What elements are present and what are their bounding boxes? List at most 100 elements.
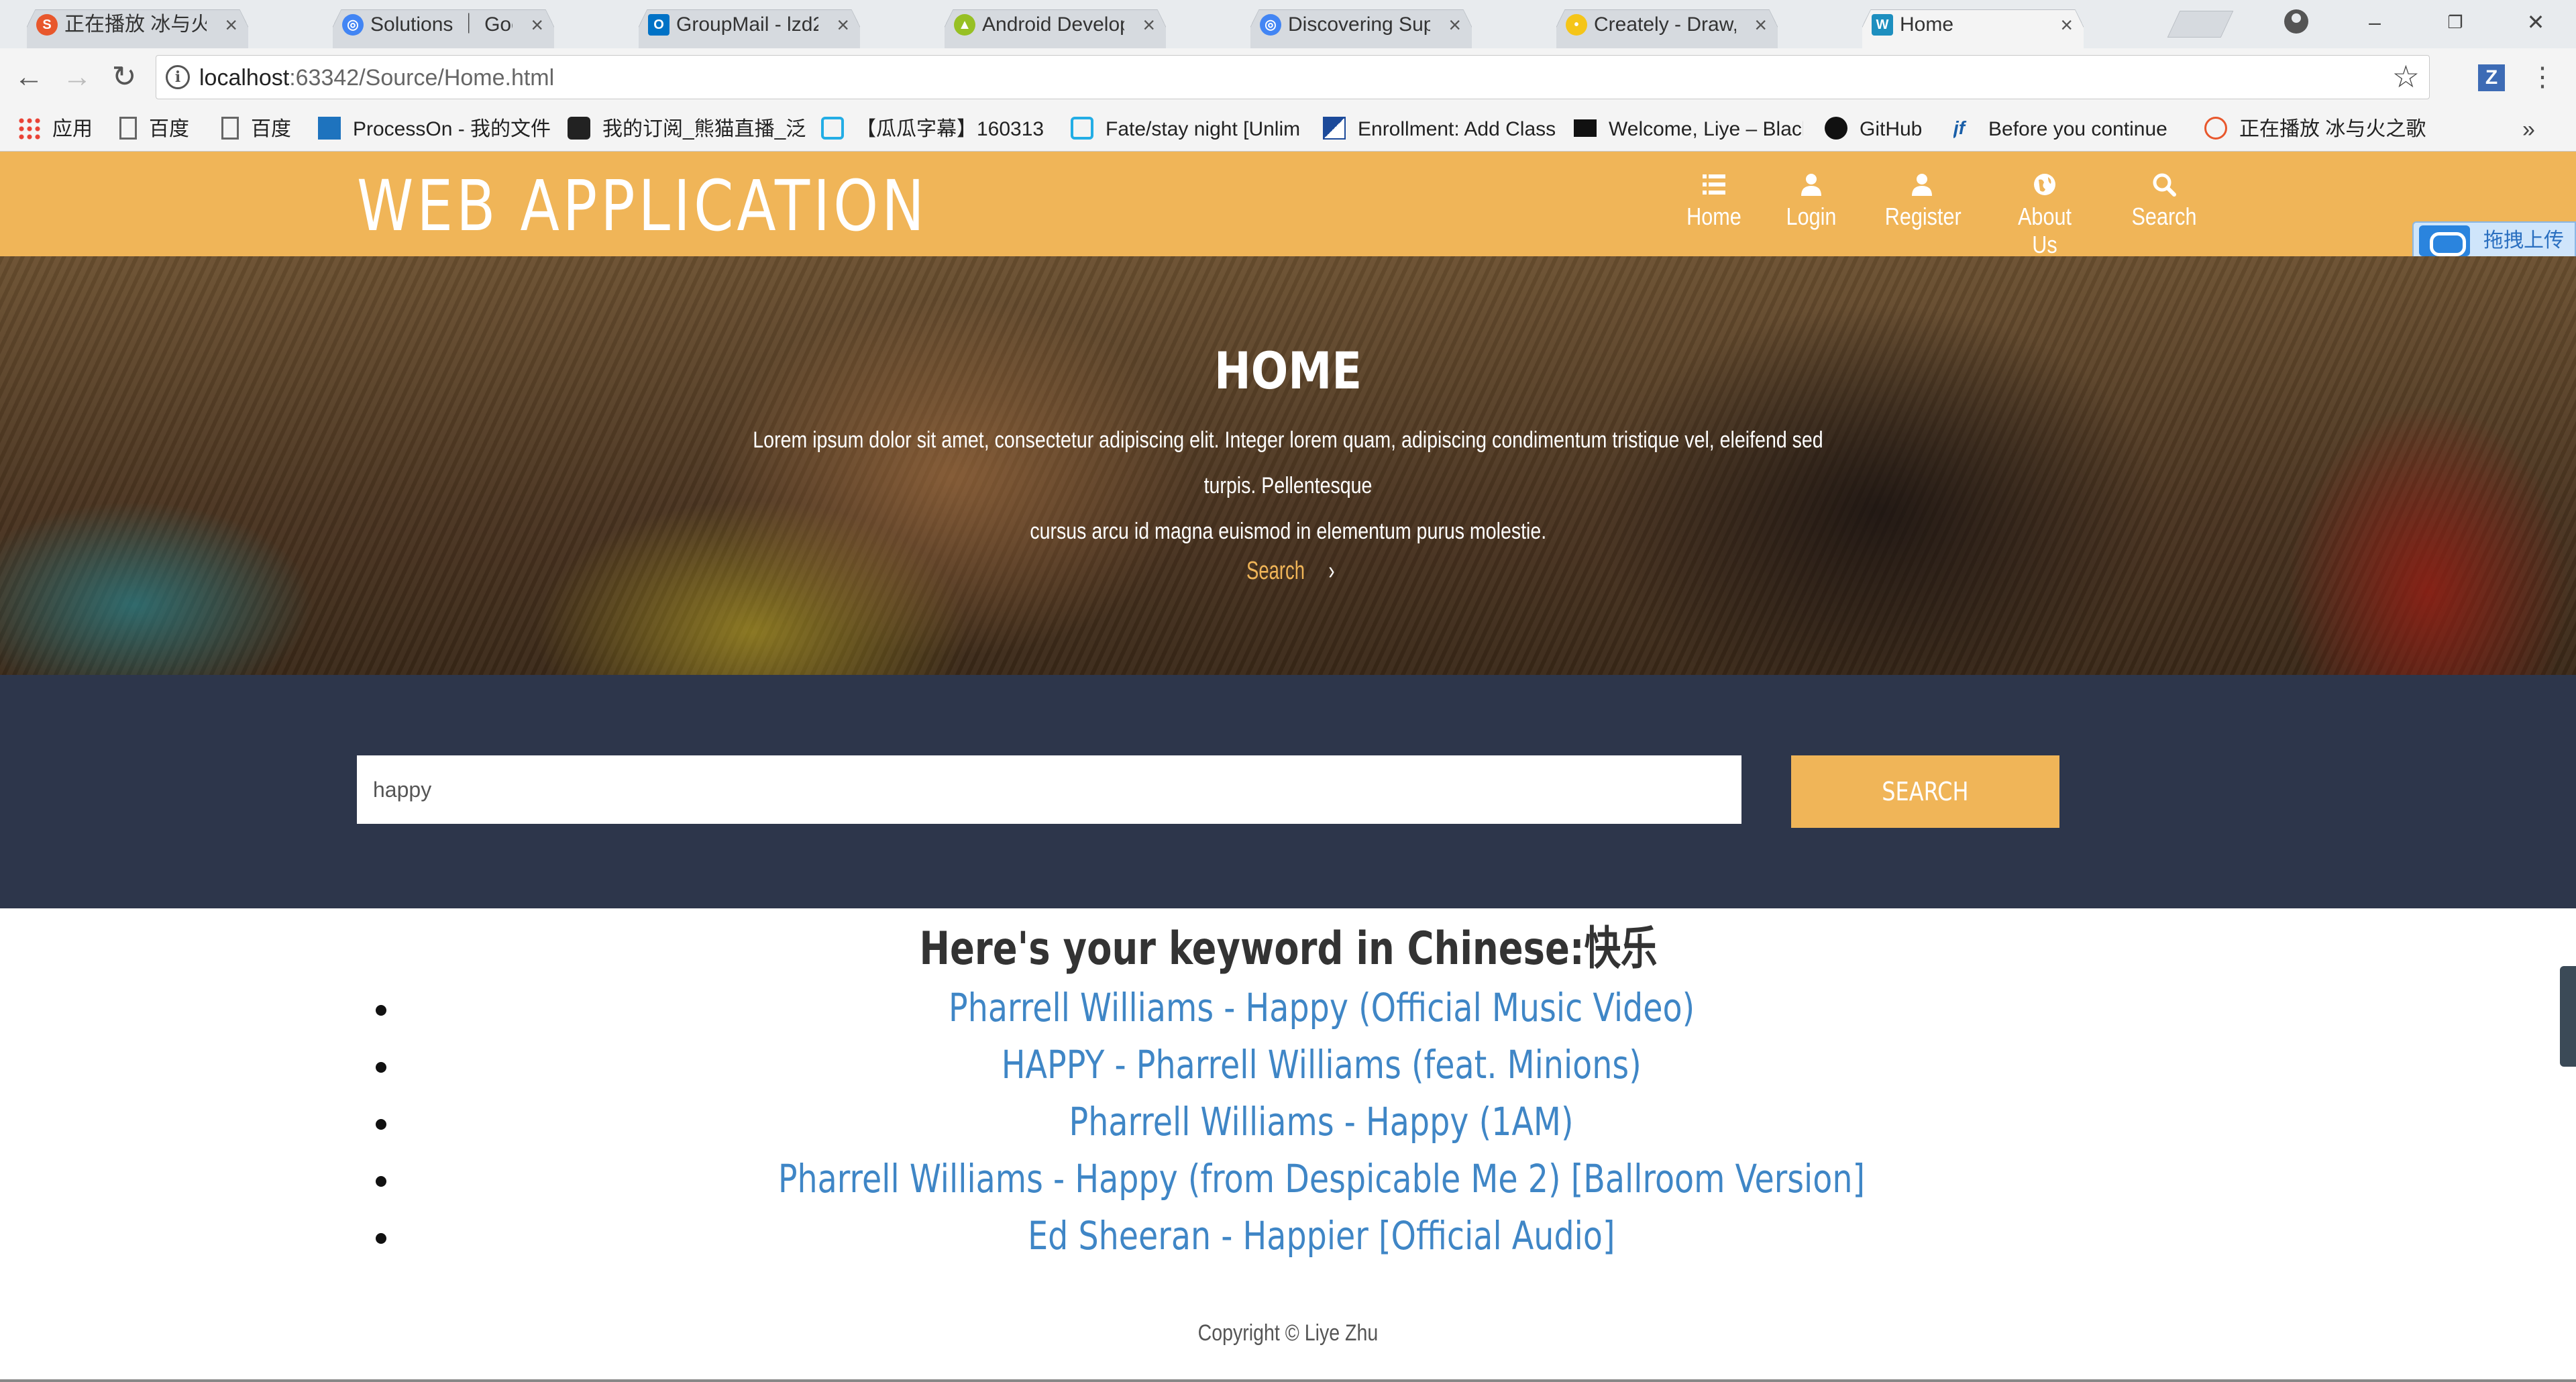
hero-search-link[interactable]: Search › — [0, 557, 2576, 586]
bookmark-label: 应用 — [52, 118, 93, 140]
search-section: SEARCH — [0, 675, 2576, 908]
enrollment-icon — [1323, 117, 1346, 140]
browser-tab[interactable]: • Creately - Draw, Share, × — [1556, 0, 1778, 48]
hero-description: Lorem ipsum dolor sit amet, consectetur … — [624, 417, 1952, 554]
close-icon[interactable]: × — [1448, 0, 1461, 48]
bookmark-label: 我的订阅_熊猫直播_泛 — [602, 118, 806, 140]
user-icon — [1801, 174, 1821, 196]
nav-login[interactable]: Login — [1778, 172, 1845, 231]
result-link[interactable]: Pharrell Williams - Happy (1AM) — [1069, 1094, 1574, 1151]
upload-widget[interactable]: 拖拽上传 — [2412, 221, 2576, 260]
page-icon — [221, 117, 239, 140]
bilibili-icon — [1071, 117, 1093, 140]
browser-tab[interactable]: ◎ Discovering Supported × — [1250, 0, 1472, 48]
minimize-icon[interactable]: – — [2341, 0, 2408, 48]
browser-tab[interactable]: O GroupMail - lzd27@ma × — [639, 0, 860, 48]
profile-icon[interactable] — [2284, 9, 2308, 34]
list-icon — [1703, 174, 1725, 195]
bookmark-item[interactable]: 【瓜瓜字幕】160313 — [821, 107, 1053, 152]
site-header: WEB APPLICATION Home Login Register Abou… — [0, 152, 2576, 259]
browser-tab[interactable]: ▲ Android Developers × — [945, 0, 1166, 48]
outlook-icon: O — [648, 14, 669, 36]
bookmark-label: Enrollment: Add Class — [1358, 118, 1555, 140]
result-link[interactable]: Pharrell Williams - Happy (from Despicab… — [778, 1151, 1865, 1208]
more-bookmarks-icon[interactable]: » — [2522, 107, 2535, 152]
bookmark-item[interactable]: 百度 — [221, 107, 315, 152]
bookmark-item[interactable]: 百度 — [119, 107, 213, 152]
search-input[interactable] — [357, 755, 1741, 824]
info-icon[interactable]: i — [166, 65, 190, 89]
tab-strip: S 正在播放 冰与火之歌2 × ◎ Solutions ｜ Google Clo… — [0, 0, 2576, 48]
url-text[interactable]: localhost:63342/Source/Home.html — [199, 56, 554, 100]
cloud-upload-icon — [2419, 225, 2470, 256]
bookmark-label: Before you continue — [1988, 118, 2167, 140]
s-circle-icon — [2204, 117, 2227, 140]
nav-search[interactable]: Search — [2124, 172, 2204, 231]
forward-arrow-icon[interactable]: → — [60, 60, 94, 94]
result-link[interactable]: Ed Sheeran - Happier [Official Audio] — [1028, 1208, 1615, 1265]
s-circle-icon: S — [36, 14, 58, 36]
close-icon[interactable]: × — [225, 0, 237, 48]
lightbulb-icon: • — [1566, 14, 1587, 36]
bookmark-star-icon[interactable]: ☆ — [2392, 58, 2420, 95]
bookmark-item[interactable]: Welcome, Liye – Black — [1574, 107, 1803, 152]
nav-label: About Us — [2018, 203, 2072, 258]
nav-about-us[interactable]: About Us — [1996, 172, 2093, 259]
bookmark-item[interactable]: Fate/stay night [Unlim — [1071, 107, 1305, 152]
panda-icon — [568, 117, 590, 140]
address-bar[interactable]: i localhost:63342/Source/Home.html ☆ — [156, 55, 2430, 99]
nav-register[interactable]: Register — [1878, 172, 1966, 231]
hero-text-line: cursus arcu id magna euismod in elementu… — [1030, 519, 1546, 544]
tab-title: Home — [1900, 13, 1954, 36]
google-cloud-icon: ◎ — [342, 14, 364, 36]
bilibili-icon — [821, 117, 844, 140]
bookmark-item[interactable]: 正在播放 冰与火之歌 — [2204, 107, 2432, 152]
back-arrow-icon[interactable]: ← — [12, 60, 46, 94]
bookmark-label: ProcessOn - 我的文件 — [353, 118, 551, 140]
page-icon — [119, 117, 137, 140]
browser-tab[interactable]: ◎ Solutions ｜ Google Clo × — [333, 0, 554, 48]
bookmark-item[interactable]: Enrollment: Add Class — [1323, 107, 1555, 152]
list-item: Pharrell Williams - Happy (1AM) — [362, 1094, 2281, 1151]
bookmark-item[interactable]: jf Before you continue — [1953, 107, 2182, 152]
extension-z-icon[interactable]: Z — [2478, 64, 2505, 91]
url-path: :63342/Source/Home.html — [289, 65, 555, 91]
globe-icon — [2034, 174, 2055, 195]
site-title[interactable]: WEB APPLICATION — [357, 165, 928, 247]
window-close-icon[interactable]: ✕ — [2502, 0, 2569, 48]
result-link[interactable]: Pharrell Williams - Happy (Official Musi… — [949, 979, 1695, 1036]
url-host: localhost — [199, 65, 290, 91]
results-heading: Here's your keyword in Chinese:快乐 — [0, 911, 2576, 977]
restore-icon[interactable]: ❐ — [2422, 0, 2489, 48]
hero-title: HOME — [1214, 341, 1362, 401]
bullet-icon — [376, 1233, 386, 1244]
close-icon[interactable]: × — [531, 0, 543, 48]
close-icon[interactable]: × — [1754, 0, 1767, 48]
new-tab-button[interactable] — [2167, 11, 2234, 38]
close-icon[interactable]: × — [2060, 0, 2073, 48]
menu-icon[interactable]: ⋮ — [2529, 60, 2556, 94]
list-item: Ed Sheeran - Happier [Official Audio] — [362, 1208, 2281, 1265]
page-footer: Copyright © Liye Zhu — [0, 1320, 2576, 1346]
bookmark-item[interactable]: ProcessOn - 我的文件 — [318, 107, 559, 152]
bullet-icon — [376, 1062, 386, 1073]
bookmark-item[interactable]: 我的订阅_熊猫直播_泛 — [568, 107, 809, 152]
bookmark-label: GitHub — [1860, 118, 1923, 140]
side-panel-handle[interactable] — [2560, 966, 2576, 1067]
bookmark-label: 百度 — [251, 118, 291, 140]
search-button[interactable]: SEARCH — [1791, 755, 2059, 828]
browser-tab[interactable]: S 正在播放 冰与火之歌2 × — [27, 0, 248, 48]
close-icon[interactable]: × — [837, 0, 849, 48]
nav-home[interactable]: Home — [1677, 172, 1751, 231]
browser-tab-active[interactable]: W Home × — [1862, 0, 2084, 48]
nav-label: Search — [2131, 203, 2197, 230]
reload-icon[interactable]: ↻ — [107, 60, 141, 94]
bookmark-item[interactable]: 应用 — [17, 107, 111, 152]
close-icon[interactable]: × — [1142, 0, 1155, 48]
list-item: Pharrell Williams - Happy (Official Musi… — [362, 979, 2281, 1036]
bookmark-label: 【瓜瓜字幕】160313 — [856, 118, 1044, 140]
bookmark-item[interactable]: GitHub — [1825, 107, 1939, 152]
results-heading-text: Here's your keyword in Chinese:快乐 — [919, 922, 1657, 975]
result-link[interactable]: HAPPY - Pharrell Williams (feat. Minions… — [1002, 1036, 1642, 1094]
tab-title: GroupMail - lzd27@ma — [676, 13, 818, 36]
